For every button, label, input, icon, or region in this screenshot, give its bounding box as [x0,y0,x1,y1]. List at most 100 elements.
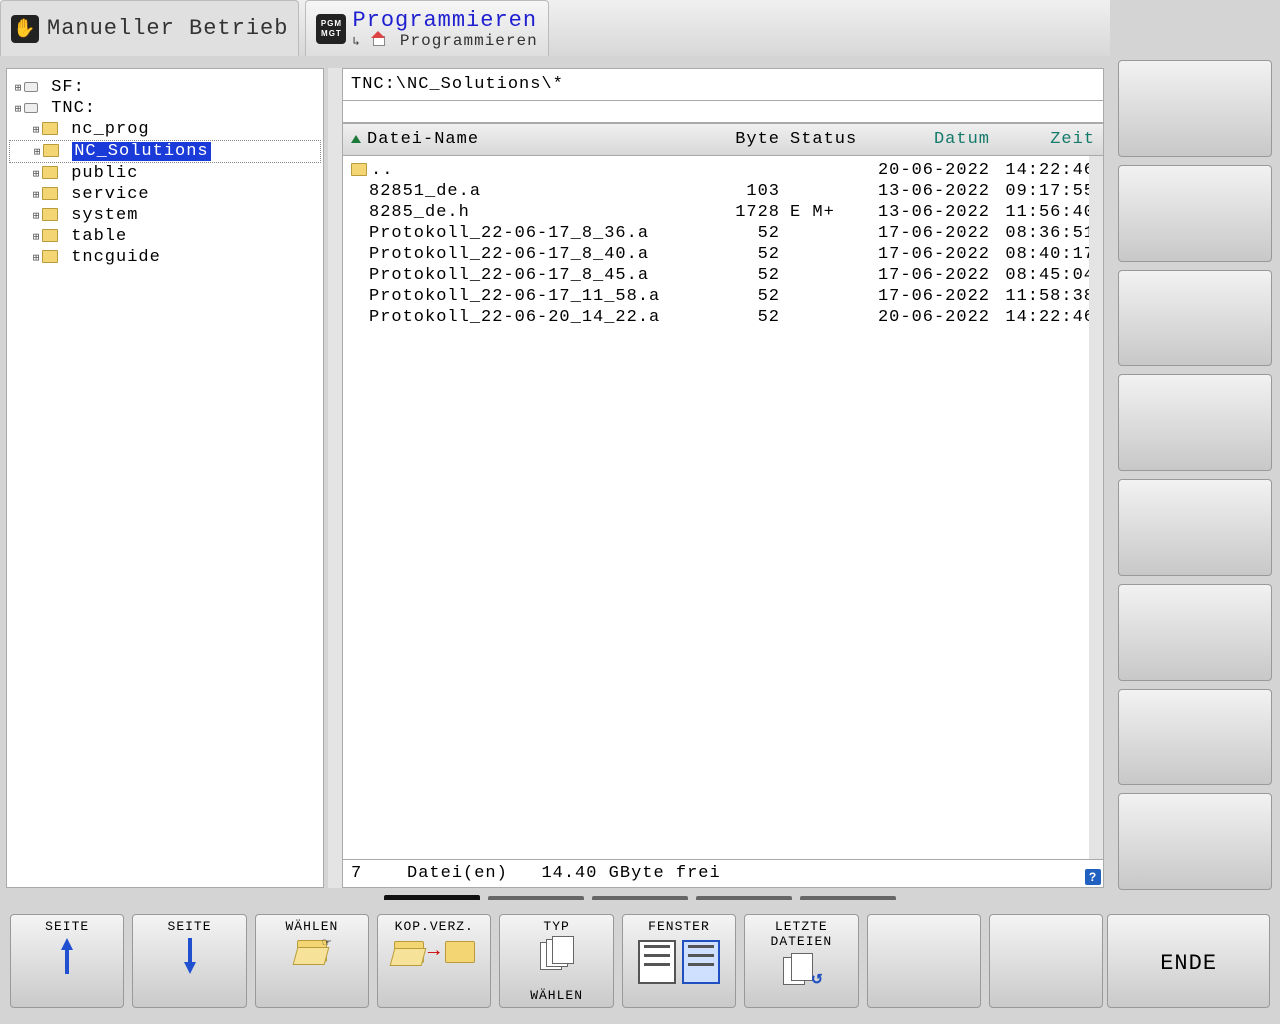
file-row[interactable]: 8285_de.h1728E M+13-06-202211:56:40 [349,202,1103,223]
tab-manual-mode[interactable]: ✋ Manueller Betrieb [0,0,299,56]
right-softkey-8[interactable] [1118,793,1272,890]
file-name: Protokoll_22-06-17_8_45.a [369,266,649,285]
softkey-last-files[interactable]: LETZTE DATEIEN ↺ [744,914,858,1008]
softkey-bar: SEITE SEITE WÄHLEN ☞ KOP.VERZ. → TYP WÄH… [0,900,1280,1024]
file-date: 20-06-2022 [870,161,990,180]
expand-icon[interactable] [13,78,24,97]
column-header-row: Datei-Name Byte Status Datum Zeit [342,123,1104,156]
right-softkey-5[interactable] [1118,479,1272,576]
expand-icon[interactable] [13,99,24,118]
column-header-byte[interactable]: Byte [710,130,780,149]
folder-icon [42,206,60,225]
column-header-date[interactable]: Datum [870,130,990,149]
softkey-empty[interactable] [867,914,981,1008]
folder-icon [43,142,61,161]
arrow-down-icon [182,936,198,976]
file-status [780,182,870,201]
softkey-select[interactable]: WÄHLEN ☞ [255,914,369,1008]
folder-tree[interactable]: SF: TNC: nc_prog NC_Solutions public ser… [6,68,324,888]
file-list-scrollbar[interactable] [1089,156,1103,859]
column-header-status[interactable]: Status [780,130,870,149]
title-bar: ✋ Manueller Betrieb PGMMGT Programmieren… [0,0,1280,56]
file-size [710,161,780,180]
tree-folder-system[interactable]: system [9,205,321,226]
file-row[interactable]: Protokoll_22-06-17_8_40.a5217-06-202208:… [349,244,1103,265]
file-row[interactable]: Protokoll_22-06-17_8_36.a5217-06-202208:… [349,223,1103,244]
file-date: 13-06-2022 [870,203,990,222]
file-name: .. [371,161,393,180]
right-softkey-6[interactable] [1118,584,1272,681]
folder-icon [42,120,60,139]
tree-folder-tncguide[interactable]: tncguide [9,247,321,268]
drive-icon [24,99,40,118]
softkey-page-up[interactable]: SEITE [10,914,124,1008]
softkey-end[interactable]: ENDE [1107,914,1270,1008]
right-softkey-2[interactable] [1118,165,1272,262]
file-name: Protokoll_22-06-20_14_22.a [369,308,660,327]
help-icon[interactable]: ? [1085,869,1101,885]
file-name: Protokoll_22-06-17_8_40.a [369,245,649,264]
right-softkey-1[interactable] [1118,60,1272,157]
softkey-empty[interactable] [989,914,1103,1008]
files-label: Datei(en) [407,864,508,883]
tree-folder-table[interactable]: table [9,226,321,247]
file-row[interactable]: Protokoll_22-06-20_14_22.a5220-06-202214… [349,307,1103,328]
home-icon [371,31,385,45]
tree-drive-sf[interactable]: SF: [9,77,321,98]
file-time: 11:58:38 [990,287,1095,306]
tab-manual-label: Manueller Betrieb [47,16,288,41]
tree-drive-tnc[interactable]: TNC: [9,98,321,119]
hand-icon: ✋ [11,15,39,43]
expand-icon[interactable] [32,142,43,161]
tree-folder-nc-solutions[interactable]: NC_Solutions [9,140,321,163]
file-time: 11:56:40 [990,203,1095,222]
copy-folder-icon: → [392,940,477,963]
free-space: 14.40 GByte frei [541,864,720,883]
right-softkey-7[interactable] [1118,689,1272,786]
pgm-mgt-icon: PGMMGT [316,14,346,44]
expand-icon[interactable] [31,206,42,225]
tree-scrollbar[interactable] [328,68,342,888]
column-header-name[interactable]: Datei-Name [351,130,710,149]
softkey-type-select[interactable]: TYP WÄHLEN [499,914,613,1008]
file-row[interactable]: .. 20-06-202214:22:46 [349,160,1103,181]
expand-icon[interactable] [31,248,42,267]
softkey-window[interactable]: FENSTER [622,914,736,1008]
softkey-copy-dir[interactable]: KOP.VERZ. → [377,914,491,1008]
expand-icon[interactable] [31,120,42,139]
right-softkey-3[interactable] [1118,270,1272,367]
tree-folder-nc-prog[interactable]: nc_prog [9,119,321,140]
file-row[interactable]: Protokoll_22-06-17_11_58.a5217-06-202211… [349,286,1103,307]
expand-icon[interactable] [31,227,42,246]
file-status [780,245,870,264]
file-row[interactable]: Protokoll_22-06-17_8_45.a5217-06-202208:… [349,265,1103,286]
file-time: 14:22:46 [990,161,1095,180]
file-name: 8285_de.h [369,203,470,222]
right-softkey-4[interactable] [1118,374,1272,471]
file-size: 52 [710,245,780,264]
file-status [780,287,870,306]
filter-input[interactable] [342,101,1104,123]
expand-icon[interactable] [31,185,42,204]
path-display: TNC:\NC_Solutions\* [342,68,1104,101]
folder-icon [42,227,60,246]
file-list[interactable]: ..20-06-202214:22:4682851_de.a10313-06-2… [342,156,1104,860]
folder-icon [42,248,60,267]
tree-folder-service[interactable]: service [9,184,321,205]
file-date: 20-06-2022 [870,308,990,327]
softkey-page-down[interactable]: SEITE [132,914,246,1008]
column-header-time[interactable]: Zeit [990,130,1095,149]
expand-icon[interactable] [31,164,42,183]
file-size: 52 [710,224,780,243]
tab-prog-label: Programmieren [352,8,537,33]
file-status [780,161,870,180]
tree-folder-public[interactable]: public [9,163,321,184]
file-status [780,224,870,243]
sort-arrow-up-icon [351,135,361,143]
file-size: 52 [710,266,780,285]
file-row[interactable]: 82851_de.a10313-06-202209:17:55 [349,181,1103,202]
file-date: 17-06-2022 [870,266,990,285]
tab-programming[interactable]: PGMMGT Programmieren ↳ Programmieren [305,0,548,56]
file-time: 09:17:55 [990,182,1095,201]
file-status: E M+ [780,203,870,222]
